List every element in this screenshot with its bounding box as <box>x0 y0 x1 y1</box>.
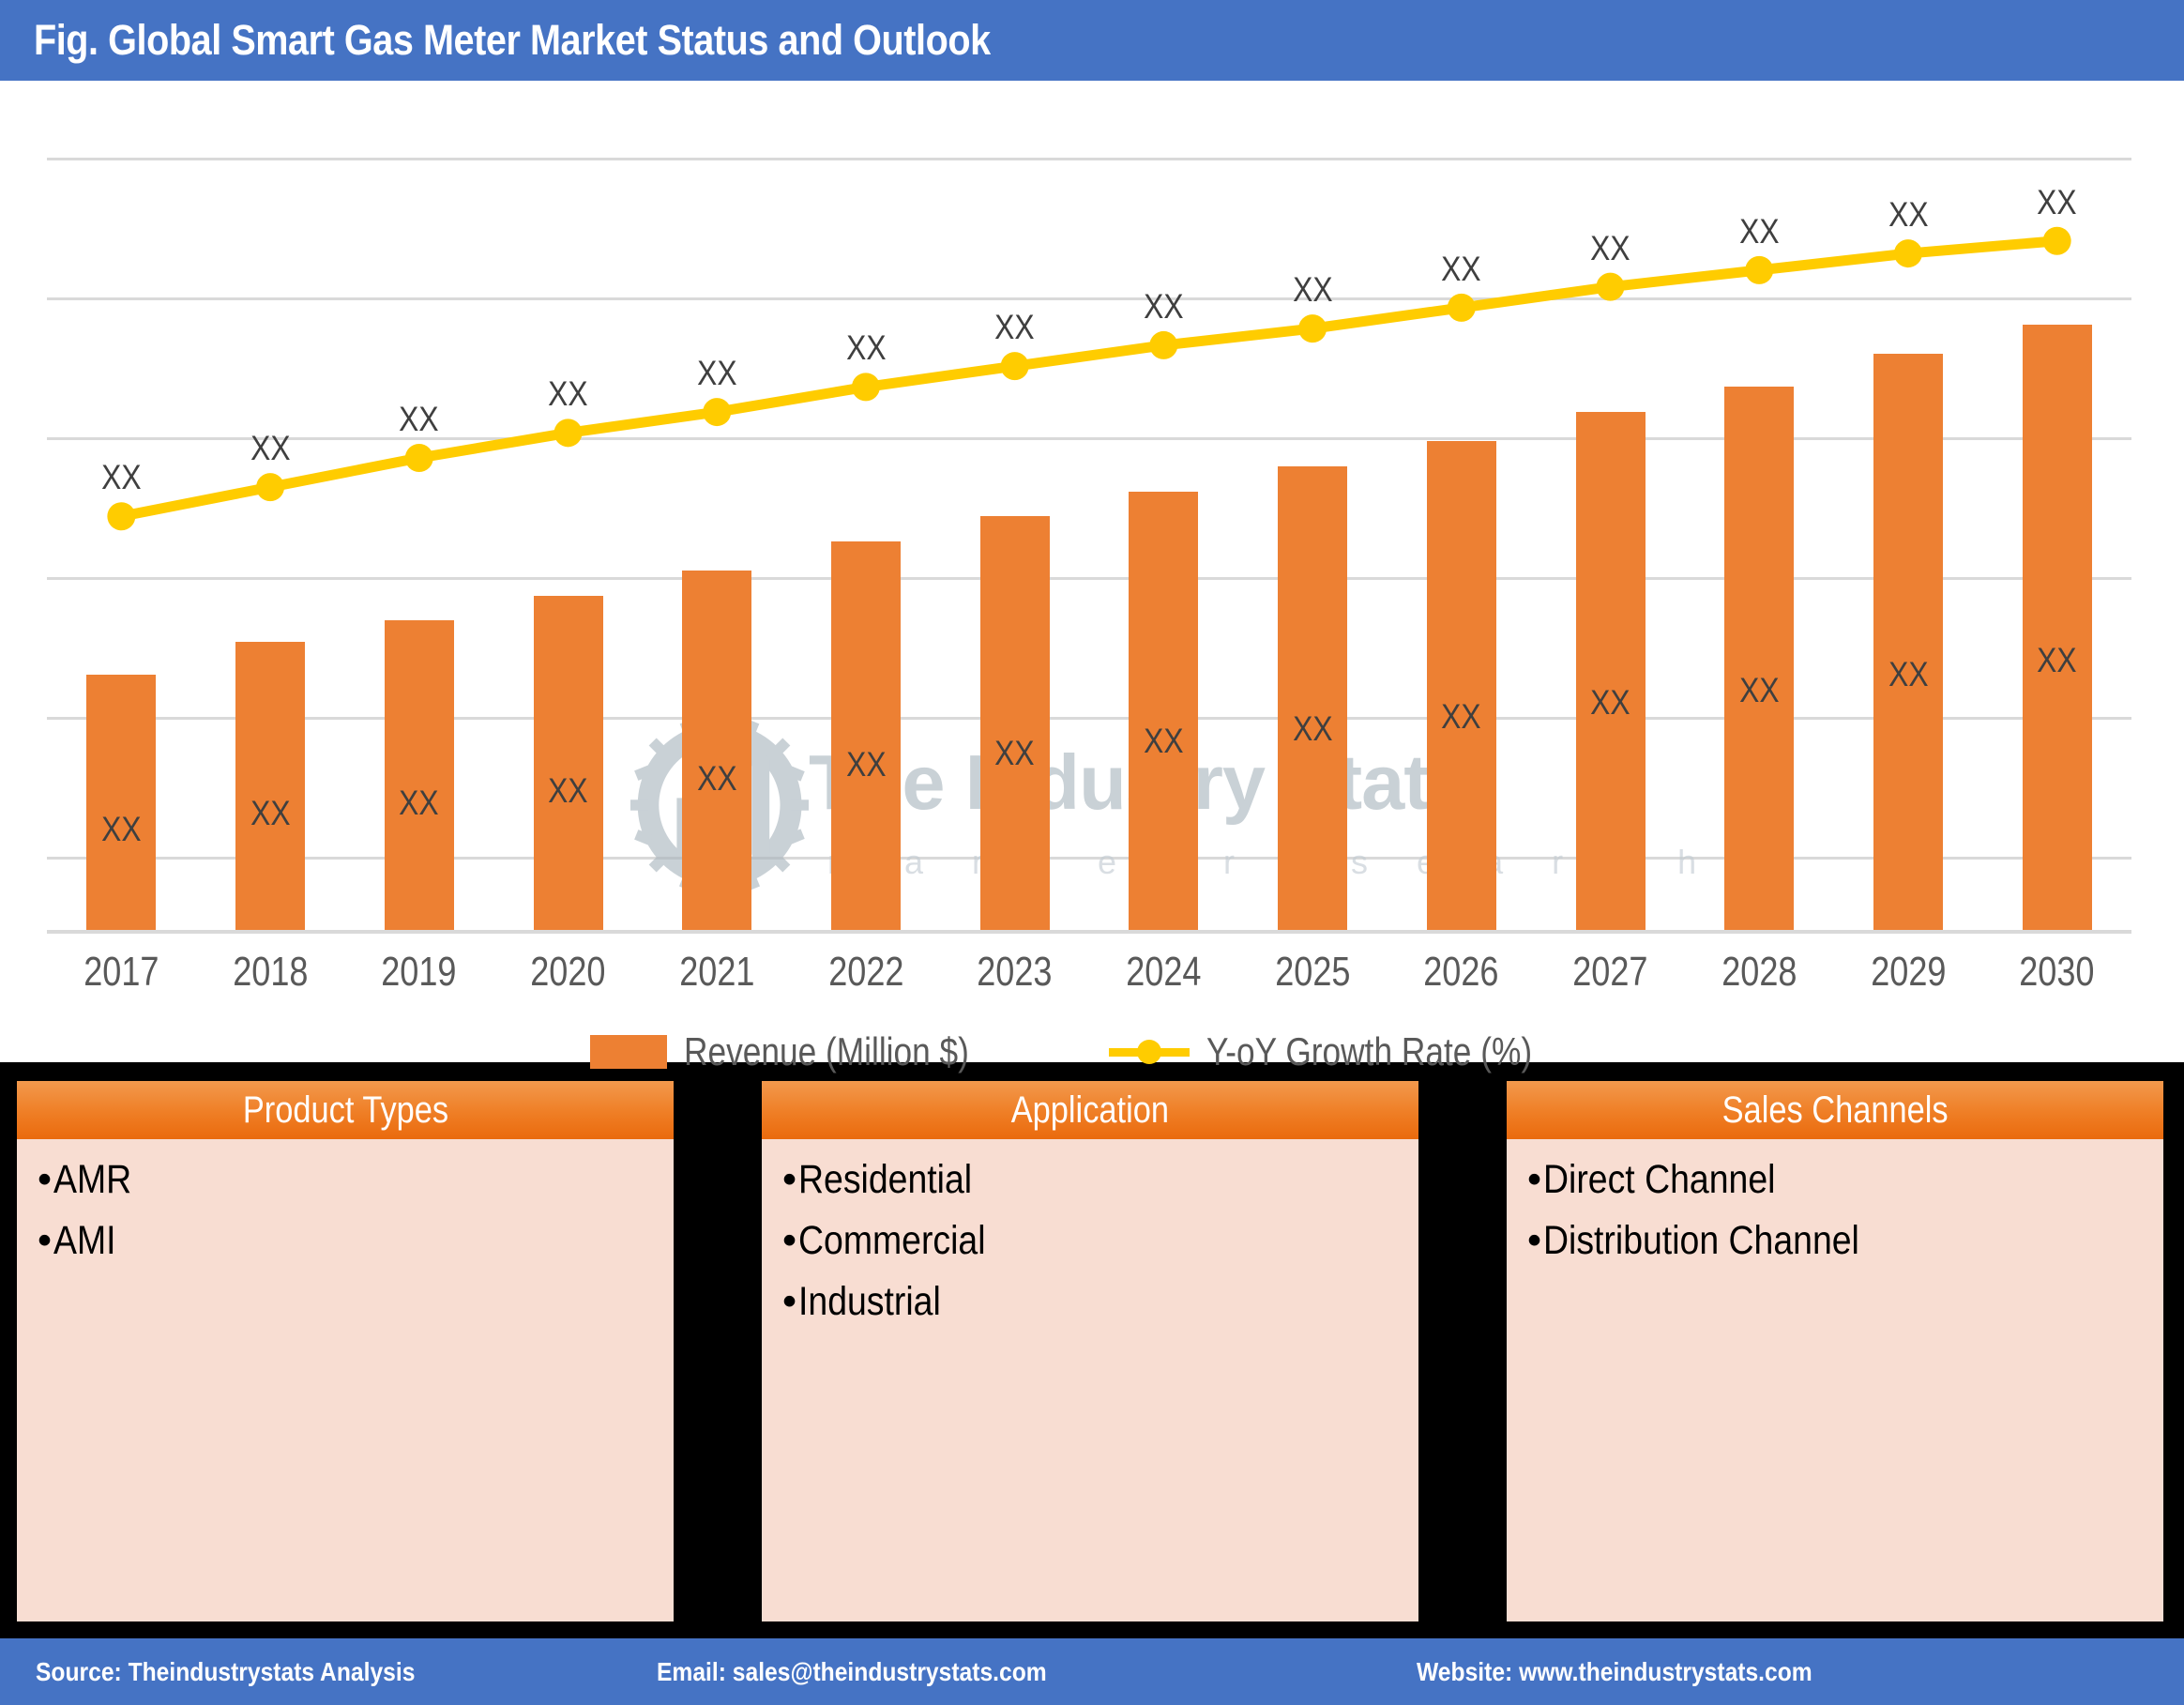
growth-value-label: XX <box>1292 270 1333 310</box>
growth-value-label: XX <box>250 429 291 468</box>
x-axis-label: 2028 <box>1721 949 1797 995</box>
list-item-label: AMI <box>53 1218 116 1263</box>
list-item-label: Residential <box>798 1157 973 1202</box>
x-axis-label: 2020 <box>530 949 606 995</box>
list-item: • AMR <box>38 1160 674 1200</box>
x-axis-label: 2025 <box>1274 949 1351 995</box>
x-axis-label: 2018 <box>232 949 309 995</box>
growth-value-label: XX <box>1590 228 1630 267</box>
growth-line-marker <box>851 373 880 402</box>
list-item-label: Commercial <box>798 1218 986 1263</box>
bullet-icon: • <box>1527 1218 1542 1263</box>
legend-line-swatch <box>1109 1040 1191 1064</box>
x-axis-label: 2029 <box>1870 949 1947 995</box>
growth-value-label: XX <box>845 328 887 368</box>
bullet-icon: • <box>1527 1157 1542 1202</box>
legend-bar-swatch <box>589 1035 667 1069</box>
legend-label-revenue: Revenue (Million $) <box>683 1029 969 1073</box>
growth-line-marker <box>2042 226 2071 255</box>
page-title: Fig. Global Smart Gas Meter Market Statu… <box>34 16 991 64</box>
growth-line-marker <box>703 398 732 427</box>
chart-panel: The Industry Stats m a r k e t r e s e a… <box>0 81 2184 1073</box>
growth-value-label: XX <box>548 374 588 414</box>
growth-line-marker <box>256 473 285 502</box>
growth-line-series <box>107 226 2071 531</box>
x-axis-label: 2019 <box>381 949 457 995</box>
list-item: • Commercial <box>782 1221 1418 1261</box>
category-box-body: • Residential • Commercial • Industrial <box>762 1139 1418 1322</box>
x-axis-label: 2030 <box>2019 949 2095 995</box>
category-heading-text: Sales Channels <box>1721 1088 1949 1131</box>
growth-value-label: XX <box>399 400 439 438</box>
growth-line-marker <box>1298 314 1327 343</box>
growth-value-label: XX <box>1144 286 1184 326</box>
growth-line-marker <box>554 419 583 448</box>
growth-value-label: XX <box>994 308 1035 347</box>
growth-line-marker <box>107 502 136 531</box>
category-box-heading: Sales Channels <box>1507 1081 2163 1139</box>
x-axis-line <box>47 930 2131 934</box>
chart-legend: Revenue (Million $) Y-oY Growth Rate (%) <box>0 1019 2184 1085</box>
infographic-page: Fig. Global Smart Gas Meter Market Statu… <box>0 0 2184 1705</box>
plot-area: The Industry Stats m a r k e t r e s e a… <box>47 158 2131 934</box>
list-item: • AMI <box>38 1221 674 1261</box>
growth-value-label: XX <box>2037 182 2077 221</box>
growth-line <box>115 236 2063 522</box>
category-heading-text: Product Types <box>242 1088 448 1131</box>
category-box: Sales Channels • Direct Channel • Distributi… <box>1507 1081 2163 1621</box>
legend-item-growth: Y-oY Growth Rate (%) <box>1109 1029 1594 1074</box>
category-box-body: • AMR • AMI <box>17 1139 674 1261</box>
category-heading-text: Application <box>1010 1088 1170 1131</box>
bullet-icon: • <box>782 1279 797 1324</box>
growth-value-label: XX <box>101 458 142 497</box>
title-bar: Fig. Global Smart Gas Meter Market Statu… <box>0 0 2184 81</box>
x-axis-label: 2027 <box>1572 949 1648 995</box>
legend-item-revenue: Revenue (Million $) <box>589 1029 1024 1074</box>
growth-line-marker <box>1000 352 1029 381</box>
x-axis-labels: 2017 2018 2019 2020 2021 2022 2023 2024 2025 2026… <box>47 949 2131 1007</box>
growth-line-marker <box>1447 293 1476 322</box>
list-item: • Industrial <box>782 1282 1418 1322</box>
category-box-body: • Direct Channel • Distribution Channel <box>1507 1139 2163 1261</box>
growth-value-label: XX <box>1888 195 1929 235</box>
x-axis-label: 2026 <box>1423 949 1499 995</box>
bullet-icon: • <box>782 1157 797 1202</box>
footer-email: Email: sales@theindustrystats.com <box>657 1656 1047 1686</box>
category-box: Product Types • AMR • AMI <box>17 1081 674 1621</box>
list-item-label: Distribution Channel <box>1543 1218 1859 1263</box>
category-box-heading: Product Types <box>17 1081 674 1139</box>
x-axis-label: 2017 <box>83 949 159 995</box>
growth-line-marker <box>404 444 433 472</box>
x-axis-label: 2021 <box>679 949 755 995</box>
x-axis-label: 2022 <box>827 949 904 995</box>
list-item: • Distribution Channel <box>1527 1221 2163 1261</box>
growth-line-marker <box>1745 255 1774 284</box>
list-item: • Direct Channel <box>1527 1160 2163 1200</box>
growth-value-label: XX <box>1738 211 1780 251</box>
legend-label-growth: Y-oY Growth Rate (%) <box>1206 1029 1533 1073</box>
category-box: Application • Residential • Commercial • Indus… <box>762 1081 1418 1621</box>
growth-value-label: XX <box>696 354 737 393</box>
bullet-icon: • <box>782 1218 797 1263</box>
list-item-label: AMR <box>53 1157 132 1202</box>
bullet-icon: • <box>38 1218 53 1263</box>
growth-line-marker <box>1596 272 1625 301</box>
footer-website: Website: www.theindustrystats.com <box>1417 1656 1812 1686</box>
bullet-icon: • <box>38 1157 53 1202</box>
growth-line-marker <box>1893 239 1922 268</box>
growth-line-marker <box>1149 330 1178 359</box>
x-axis-label: 2024 <box>1126 949 1202 995</box>
list-item-label: Direct Channel <box>1543 1157 1776 1202</box>
growth-value-label: XX <box>1441 249 1481 288</box>
x-axis-label: 2023 <box>977 949 1053 995</box>
footer-source: Source: Theindustrystats Analysis <box>36 1656 416 1686</box>
footer-bar: Source: Theindustrystats Analysis Email:… <box>0 1638 2184 1705</box>
list-item: • Residential <box>782 1160 1418 1200</box>
category-box-heading: Application <box>762 1081 1418 1139</box>
list-item-label: Industrial <box>798 1279 941 1324</box>
